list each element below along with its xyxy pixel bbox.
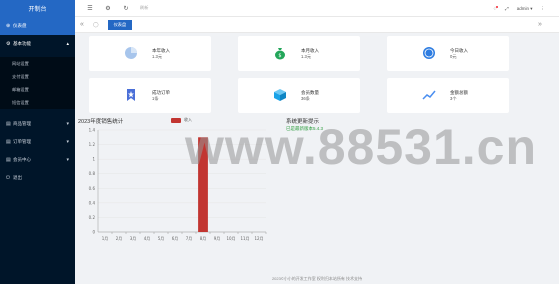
- stat-value: 1.3元: [301, 54, 312, 59]
- x-tick-label: 1月: [102, 236, 109, 241]
- x-tick-label: 11月: [240, 236, 249, 241]
- money-bag-icon: $: [272, 45, 288, 61]
- sidebar-item-label: 订单管理: [13, 139, 31, 144]
- menu-item-icon: ⏻: [6, 175, 10, 181]
- user-menu[interactable]: admin ▾: [517, 6, 533, 12]
- refresh-icon[interactable]: ↻: [122, 5, 130, 12]
- stat-card-text: 本月收入 1.3元: [301, 48, 319, 60]
- menu-icon[interactable]: ☰: [86, 5, 94, 12]
- menu-item-icon: ▤: [6, 121, 11, 127]
- coin-icon: [421, 45, 437, 61]
- stat-card-text: 会员数量 36条: [301, 90, 319, 102]
- x-tick-label: 3月: [130, 236, 137, 241]
- footer: 2023©小小的开发工作室 权利归本站所有 技术支持: [271, 276, 363, 281]
- stat-card-text: 本年收入 1.3元: [152, 48, 170, 60]
- sidebar-item-label: 基本功能: [13, 41, 31, 46]
- home-icon[interactable]: ◯: [93, 22, 99, 28]
- sidebar-item-label: 仪表盘: [13, 23, 27, 28]
- stat-card[interactable]: 今日收入 0元: [387, 36, 509, 71]
- sidebar-subitem[interactable]: 网站设置: [0, 57, 75, 70]
- y-tick-label: 1: [92, 157, 95, 162]
- menu-item-icon: ▤: [6, 139, 11, 145]
- y-tick-label: 0: [92, 230, 95, 235]
- y-tick-label: 0.8: [89, 171, 96, 176]
- sidebar-item-label: 商品管理: [13, 121, 31, 126]
- notification-icon[interactable]: ♢: [493, 5, 499, 12]
- chevron-icon: ▾: [66, 157, 69, 163]
- x-tick-label: 2月: [116, 236, 123, 241]
- stat-value: 1条: [152, 96, 159, 101]
- stat-card[interactable]: 本年收入 1.3元: [89, 36, 211, 71]
- sidebar-menu: ⊕ 仪表盘 ⚙ 基本功能 ▴ 网站设置 支付设置 邮箱设置 短信设置 ▤ 商品管理 ▾ ▤ 订单管理 ▾ ▤ 会…: [0, 17, 75, 187]
- y-tick-label: 0.4: [89, 200, 96, 205]
- sidebar-item-label: 退出: [13, 175, 22, 180]
- brand-title: 开制台: [0, 0, 75, 17]
- chevron-icon: ▾: [66, 139, 69, 145]
- tab-scroll-right-icon[interactable]: »: [535, 21, 545, 28]
- more-icon[interactable]: ⋮: [541, 6, 546, 12]
- username: admin: [516, 5, 529, 11]
- cube-icon: [272, 87, 288, 103]
- x-tick-label: 10月: [226, 236, 235, 241]
- settings-icon[interactable]: ⚙: [104, 5, 112, 12]
- fullscreen-icon[interactable]: ⤢: [505, 6, 509, 11]
- stat-card-text: 今日收入 0元: [450, 48, 468, 60]
- tab-scroll-left-icon[interactable]: «: [77, 21, 87, 28]
- sidebar-item[interactable]: ⊕ 仪表盘: [0, 17, 75, 35]
- topbar: ☰ ⚙ ↻ 刷新 ♢ ⤢ admin ▾ ⋮: [75, 0, 559, 17]
- chevron-icon: ▴: [66, 41, 69, 47]
- sidebar-item[interactable]: ▤ 订单管理 ▾: [0, 133, 75, 151]
- stat-card[interactable]: 会员数量 36条: [238, 78, 360, 113]
- stat-card[interactable]: 成功订单 1条: [89, 78, 211, 113]
- sidebar-item[interactable]: ⚙ 基本功能 ▴: [0, 35, 75, 53]
- stat-card-text: 成功订单 1条: [152, 90, 170, 102]
- x-tick-label: 8月: [200, 236, 207, 241]
- sidebar-subitem[interactable]: 支付设置: [0, 70, 75, 83]
- menu-item-icon: ⊕: [6, 23, 11, 29]
- stat-value: 36条: [301, 96, 310, 101]
- svg-text:$: $: [278, 53, 281, 59]
- sidebar-item-label: 会员中心: [13, 157, 31, 162]
- sidebar-item[interactable]: ⏻ 退出: [0, 169, 75, 187]
- chevron-down-icon: ▾: [530, 5, 533, 11]
- sidebar-subitem[interactable]: 邮箱设置: [0, 83, 75, 96]
- x-tick-label: 6月: [172, 236, 179, 241]
- stat-card-text: 金额总额 3个: [450, 90, 468, 102]
- watermark: www.88531.cn: [185, 119, 537, 175]
- stat-card[interactable]: $ 本月收入 1.3元: [238, 36, 360, 71]
- tab-dashboard[interactable]: 仪表盘: [107, 19, 133, 30]
- stat-value: 3个: [450, 96, 457, 101]
- sidebar-item[interactable]: ▤ 会员中心 ▾: [0, 151, 75, 169]
- x-tick-label: 5月: [158, 236, 165, 241]
- tab-bar: « ◯ 仪表盘 »: [75, 17, 559, 33]
- sidebar-subitem[interactable]: 短信设置: [0, 96, 75, 109]
- x-tick-label: 7月: [186, 236, 193, 241]
- menu-item-icon: ⚙: [6, 41, 11, 47]
- y-tick-label: 0.2: [89, 215, 96, 220]
- stat-value: 0元: [450, 54, 457, 59]
- x-tick-label: 4月: [144, 236, 151, 241]
- stat-card[interactable]: 金额总额 3个: [387, 78, 509, 113]
- y-tick-label: 0.6: [89, 186, 96, 191]
- sidebar-item[interactable]: ▤ 商品管理 ▾: [0, 115, 75, 133]
- sidebar: 开制台 ⊕ 仪表盘 ⚙ 基本功能 ▴ 网站设置 支付设置 邮箱设置 短信设置 ▤ 商品管理 ▾ ▤ 订单管…: [0, 0, 75, 284]
- y-tick-label: 1.4: [89, 128, 96, 133]
- y-tick-label: 1.2: [89, 142, 96, 147]
- chevron-icon: ▾: [66, 121, 69, 127]
- x-tick-label: 9月: [214, 236, 221, 241]
- stat-value: 1.3元: [152, 54, 163, 59]
- refresh-label[interactable]: 刷新: [140, 5, 148, 11]
- menu-item-icon: ▤: [6, 157, 11, 163]
- trend-icon: [421, 87, 437, 103]
- x-tick-label: 12月: [254, 236, 263, 241]
- bookmark-icon: [123, 87, 139, 103]
- pie-chart-icon: [123, 45, 139, 61]
